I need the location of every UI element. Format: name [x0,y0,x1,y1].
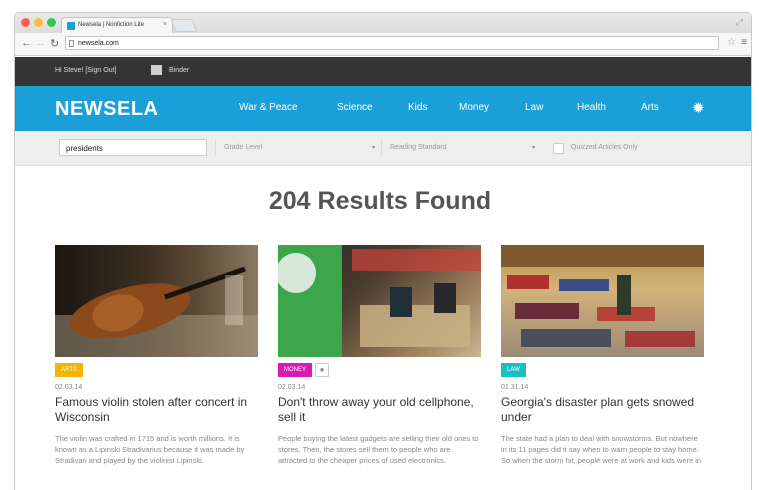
filter-bar: presidents Grade Level ▾ Reading Standar… [15,131,751,166]
back-icon[interactable]: ← [21,37,32,49]
chevron-down-icon: ▾ [531,145,535,151]
reading-standard-label: Reading Standard [390,144,447,151]
quizzed-label: Quizzed Articles Only [571,144,638,151]
nav-arts[interactable]: Arts [641,102,659,113]
close-window-button[interactable] [21,18,30,27]
category-badge[interactable]: LAW [501,363,526,377]
badge-label: ARTS [61,367,77,373]
shelter-illustration [501,245,704,347]
window-controls [21,18,56,27]
newsela-logo[interactable]: NEWSELA [55,98,159,121]
tab-title: Newsela | Nonfiction Lite [78,22,144,28]
chevron-down-icon: ▾ [371,145,375,151]
lightbulb-icon[interactable]: ● [315,363,330,377]
article-date: 02.03.14 [55,384,83,391]
article-card[interactable]: ARTS 02.03.14 Famous violin stolen after… [55,245,258,466]
badge-label: MONEY [284,367,307,373]
browser-tab[interactable]: Newsela | Nonfiction Lite × [61,17,173,33]
address-bar[interactable]: newsela.com [65,36,719,50]
violin-image[interactable] [55,245,258,357]
fullscreen-icon[interactable]: ⤢ [736,17,743,28]
article-title[interactable]: Famous violin stolen after concert in Wi… [55,395,258,425]
tab-strip: Newsela | Nonfiction Lite × ⤢ [15,13,751,33]
url-text: newsela.com [78,40,119,47]
zoom-window-button[interactable] [47,18,56,27]
grade-level-label: Grade Level [224,144,263,151]
nav-science[interactable]: Science [337,102,373,113]
nav-health[interactable]: Health [577,102,606,113]
forward-icon[interactable]: → [35,37,46,49]
tab-close-icon[interactable]: × [163,21,167,28]
browser-toolbar: ← → ↻ newsela.com ☆ ≡ [15,33,751,56]
quizzed-checkbox[interactable] [553,143,564,154]
article-date: 01.31.14 [501,384,529,391]
category-badge[interactable]: MONEY [278,363,313,377]
bookmark-star-icon[interactable]: ☆ [727,37,736,48]
article-summary: People buying the latest gadgets are sel… [278,434,479,465]
article-summary: The violin was crafted in 1715 and is wo… [55,434,245,465]
article-title[interactable]: Don't throw away your old cellphone, sel… [278,395,481,425]
account-bar: Hi Steve! [Sign Out] Binder [15,57,751,86]
favicon-icon [67,22,75,30]
minimize-window-button[interactable] [34,18,43,27]
main-nav: NEWSELA War & Peace Science Kids Money L… [15,86,751,131]
shelter-image[interactable] [501,245,704,357]
article-summary: The state had a plan to deal with snowst… [501,434,702,465]
greeting-sign-out-link[interactable]: Hi Steve! [Sign Out] [55,67,116,74]
gear-icon[interactable]: ✹ [692,99,705,117]
category-badge[interactable]: ARTS [55,363,83,377]
grade-level-select[interactable]: Grade Level ▾ [215,139,381,156]
nav-war-peace[interactable]: War & Peace [239,102,298,113]
badge-label: LAW [507,367,520,373]
menu-icon[interactable]: ≡ [741,37,747,48]
nav-law[interactable]: Law [525,102,543,113]
browser-window: Newsela | Nonfiction Lite × ⤢ ← → ↻ news… [14,12,752,490]
violin-illustration [55,266,258,357]
results-heading: 204 Results Found [268,187,492,215]
cellphone-store-image[interactable] [278,245,481,357]
binder-icon[interactable] [151,65,162,75]
binder-link[interactable]: Binder [169,67,189,74]
article-card[interactable]: LAW 01.31.14 Georgia's disaster plan get… [501,245,704,466]
nav-kids[interactable]: Kids [408,102,427,113]
reading-standard-select[interactable]: Reading Standard ▾ [381,139,541,156]
store-illustration [278,245,481,357]
article-card[interactable]: MONEY ● 02.03.14 Don't throw away your ol… [278,245,481,466]
nav-money[interactable]: Money [459,102,489,113]
search-input[interactable]: presidents [59,139,207,156]
reload-icon[interactable]: ↻ [50,37,59,50]
article-title[interactable]: Georgia's disaster plan gets snowed unde… [501,395,704,425]
new-tab-button[interactable] [170,19,198,32]
article-date: 02.03.14 [278,384,306,391]
page-icon [69,40,74,47]
